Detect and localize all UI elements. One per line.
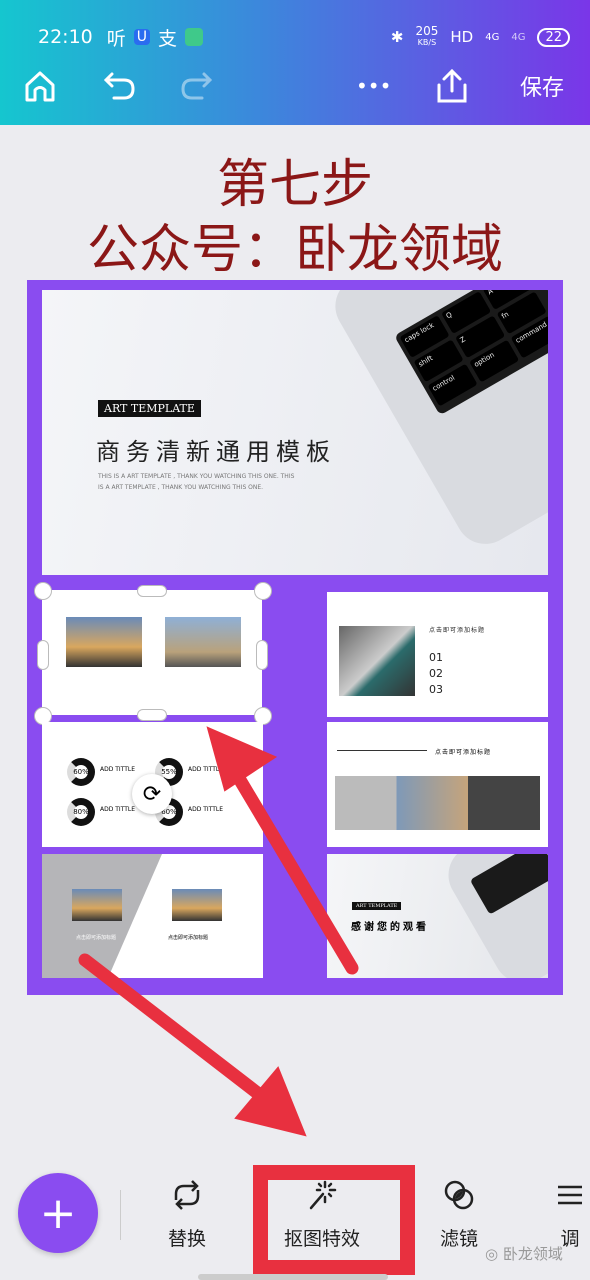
adjust-button[interactable]: 调 bbox=[552, 1178, 588, 1251]
adjust-icon bbox=[558, 1185, 582, 1205]
watermark-text: 卧龙领域 bbox=[502, 1245, 563, 1263]
scrollbar[interactable] bbox=[198, 1274, 388, 1280]
replace-button[interactable]: 替换 bbox=[137, 1178, 237, 1251]
replace-label: 替换 bbox=[167, 1228, 206, 1250]
arrow-to-toolbar bbox=[78, 953, 267, 1102]
annotation-arrows bbox=[78, 726, 359, 1137]
filter-icon bbox=[444, 1180, 474, 1210]
replace-icon bbox=[174, 1180, 200, 1210]
filter-button[interactable]: 滤镜 bbox=[409, 1178, 509, 1251]
filter-label: 滤镜 bbox=[439, 1228, 478, 1250]
add-button[interactable]: + bbox=[18, 1173, 98, 1253]
arrow-to-selection bbox=[233, 773, 359, 975]
divider bbox=[120, 1190, 121, 1240]
watermark: ◎ 卧龙领域 bbox=[485, 1245, 563, 1263]
adjust-label: 调 bbox=[560, 1228, 580, 1250]
highlight-box bbox=[253, 1165, 415, 1275]
